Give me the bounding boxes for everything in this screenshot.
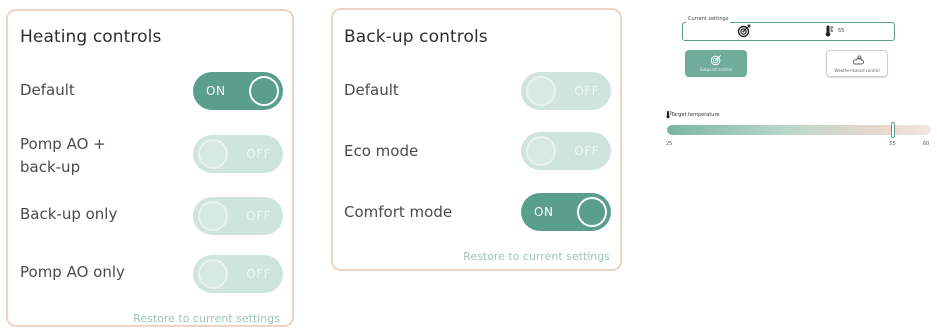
- backup-eco-toggle[interactable]: OFF: [521, 132, 611, 170]
- current-temperature-value: 55: [838, 28, 845, 34]
- heating-pomp-only-toggle[interactable]: OFF: [193, 255, 283, 293]
- heating-controls-card: Heating controls Default ON Pomp AO + ba…: [6, 9, 294, 327]
- target-temperature-label: Target temperature: [671, 112, 720, 118]
- heating-default-label: Default: [20, 81, 75, 99]
- slider-value-label: 55: [889, 141, 896, 147]
- current-settings-box: [682, 22, 895, 41]
- backup-comfort-toggle[interactable]: ON: [521, 193, 611, 231]
- backup-controls-title: Back-up controls: [344, 27, 488, 47]
- heating-backup-only-toggle[interactable]: OFF: [193, 197, 283, 235]
- heating-pomp-backup-toggle[interactable]: OFF: [193, 135, 283, 173]
- heating-controls-title: Heating controls: [20, 27, 162, 47]
- backup-eco-label: Eco mode: [344, 142, 419, 160]
- toggle-knob: [577, 197, 607, 227]
- toggle-state-label: OFF: [246, 209, 271, 223]
- toggle-state-label: OFF: [574, 84, 599, 98]
- setpoint-control-label: Setpoint control: [700, 67, 732, 72]
- target-temperature-slider-thumb[interactable]: [891, 122, 896, 138]
- toggle-state-label: ON: [206, 84, 226, 98]
- thermometer-icon: [825, 25, 833, 37]
- weather-based-control-button[interactable]: Weather-based control: [826, 50, 888, 77]
- toggle-knob: [526, 76, 556, 106]
- heating-backup-only-label: Back-up only: [20, 205, 118, 223]
- backup-default-label: Default: [344, 81, 399, 99]
- backup-controls-card: Back-up controls Default OFF Eco mode OF…: [331, 8, 622, 271]
- heating-restore-link[interactable]: Restore to current settings: [133, 312, 280, 325]
- heating-pomp-backup-label: Pomp AO + back-up: [20, 133, 106, 180]
- toggle-knob: [526, 136, 556, 166]
- toggle-knob: [198, 139, 228, 169]
- backup-restore-link[interactable]: Restore to current settings: [463, 250, 610, 263]
- target-icon: [710, 54, 722, 66]
- toggle-knob: [198, 201, 228, 231]
- toggle-state-label: OFF: [246, 147, 271, 161]
- toggle-state-label: ON: [534, 205, 554, 219]
- slider-max-label: 60: [923, 141, 930, 147]
- setpoint-control-button[interactable]: Setpoint control: [685, 50, 747, 77]
- heating-default-toggle[interactable]: ON: [193, 72, 283, 110]
- toggle-knob: [198, 259, 228, 289]
- backup-default-toggle[interactable]: OFF: [521, 72, 611, 110]
- target-icon: [737, 24, 751, 38]
- toggle-state-label: OFF: [574, 144, 599, 158]
- slider-min-label: 25: [666, 141, 673, 147]
- heating-pomp-backup-label-line1: Pomp AO +: [20, 135, 106, 153]
- heating-pomp-only-label: Pomp AO only: [20, 263, 125, 281]
- toggle-knob: [249, 76, 279, 106]
- toggle-state-label: OFF: [246, 267, 271, 281]
- cloud-sun-icon: [852, 55, 864, 65]
- current-settings-legend: Current settings: [686, 16, 731, 23]
- backup-comfort-label: Comfort mode: [344, 203, 453, 221]
- weather-based-control-label: Weather-based control: [834, 68, 880, 73]
- heating-pomp-backup-label-line2: back-up: [20, 158, 81, 177]
